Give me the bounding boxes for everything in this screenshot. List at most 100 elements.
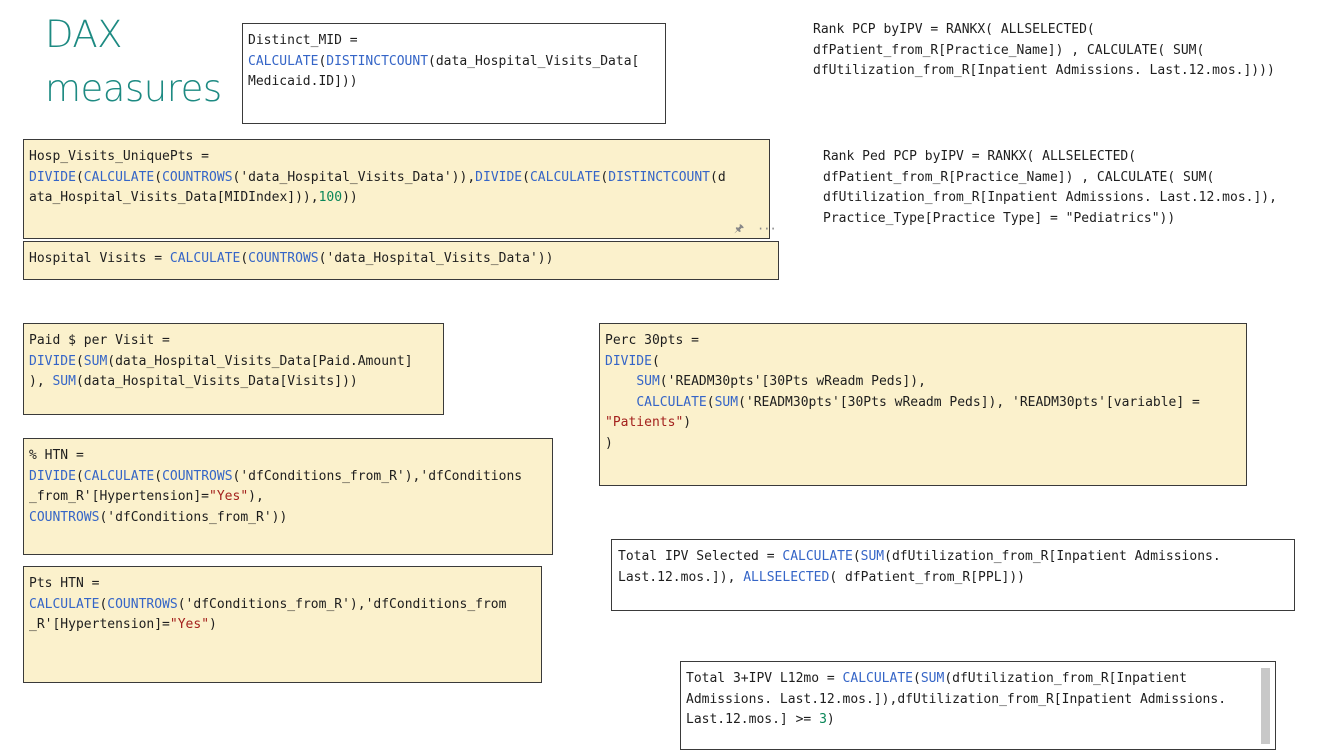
- dax-text: (data_Hospital_Visits_Data[Paid.Amount]: [107, 353, 413, 369]
- dax-text: (: [154, 169, 163, 185]
- code-line: Rank PCP byIPV = RANKX( ALLSELECTED(: [813, 20, 1275, 41]
- code-line: dfPatient_from_R[Practice_Name]) , CALCU…: [813, 41, 1275, 62]
- dax-text: Total 3+IPV L12mo =: [686, 671, 843, 686]
- dax-function: DIVIDE: [29, 169, 76, 185]
- dax-text: ),: [29, 374, 53, 389]
- measure-card-perc-30pts[interactable]: Perc 30pts = DIVIDE( SUM('READM30pts'[30P…: [599, 323, 1247, 486]
- code-line: Practice_Type[Practice Type] = "Pediatri…: [823, 209, 1277, 230]
- dax-function: DIVIDE: [605, 353, 652, 369]
- dax-text: dfUtilization_from_R[Inpatient Admission…: [813, 63, 1275, 78]
- dax-text: (: [240, 251, 249, 266]
- dax-function: DIVIDE: [475, 169, 523, 185]
- dax-text: ): [826, 712, 835, 727]
- dax-function: CALCULATE: [248, 53, 319, 69]
- dax-text: (: [706, 394, 715, 410]
- dax-text: (d: [710, 169, 726, 185]
- code-line: CALCULATE(SUM('READM30pts'[30Pts wReadm …: [605, 393, 1241, 414]
- dax-function: SUM: [636, 374, 660, 389]
- dax-text: ata_Hospital_Visits_Data[MIDIndex])),: [29, 190, 319, 205]
- scrollbar[interactable]: [1261, 668, 1270, 744]
- dax-text: (: [154, 468, 163, 484]
- page-title-line-1: DAX: [45, 13, 122, 56]
- dax-function: COUNTROWS: [29, 509, 100, 525]
- dax-text: (data_Hospital_Visits_Data[Visits])): [75, 374, 358, 389]
- code-line: _R'[Hypertension]="Yes"): [29, 615, 536, 636]
- dax-function: ALLSELECTED: [743, 569, 830, 585]
- measure-card-pct-htn[interactable]: % HTN = DIVIDE(CALCULATE(COUNTROWS('dfCon…: [23, 438, 553, 555]
- dax-text: Hosp_Visits_UniquePts =: [29, 149, 210, 164]
- measure-card-paid-per-visit[interactable]: Paid $ per Visit = DIVIDE(SUM(data_Hospit…: [23, 323, 444, 415]
- page-title: DAX measures: [45, 8, 222, 116]
- dax-function: SUM: [714, 394, 739, 410]
- dax-text: (: [75, 468, 84, 484]
- dax-text: Last.12.mos.]),: [618, 569, 744, 585]
- more-options-icon[interactable]: ···: [757, 222, 777, 236]
- dax-text: ('data_Hospital_Visits_Data')),: [232, 169, 476, 185]
- dax-text: (dfUtilization_from_R[Inpatient Admissio…: [884, 549, 1221, 564]
- code-line: "Patients"): [605, 413, 1241, 434]
- dax-text: dfPatient_from_R[Practice_Name]) , CALCU…: [823, 169, 1215, 185]
- dax-text: (dfUtilization_from_R[Inpatient: [944, 671, 1187, 686]
- dax-text: (data_Hospital_Visits_Data[: [428, 53, 640, 69]
- measure-card-hosp-visits-uniquepts[interactable]: Hosp_Visits_UniquePts = DIVIDE(CALCULATE(…: [23, 139, 770, 239]
- code-line: Medicaid.ID])): [248, 72, 660, 93]
- code-line: Total 3+IPV L12mo = CALCULATE(SUM(dfUtil…: [686, 669, 1270, 690]
- measure-card-hospital-visits[interactable]: Hospital Visits = CALCULATE(COUNTROWS('d…: [23, 241, 779, 280]
- code-line: CALCULATE(DISTINCTCOUNT(data_Hospital_Vi…: [248, 52, 660, 73]
- dax-text: ( dfPatient_from_R[PPL])): [829, 569, 1025, 585]
- dax-text: ('READM30pts'[30Pts wReadm Peds]), 'READ…: [738, 394, 1200, 410]
- dax-text: Distinct_MID =: [248, 33, 358, 48]
- dax-text: ),: [248, 489, 264, 504]
- dax-string: "Yes": [169, 617, 210, 632]
- measure-card-total-3-ipv[interactable]: Total 3+IPV L12mo = CALCULATE(SUM(dfUtil…: [680, 661, 1276, 750]
- measure-card-distinct-mid[interactable]: Distinct_MID = CALCULATE(DISTINCTCOUNT(da…: [242, 23, 666, 124]
- measure-text-rank-ped-pcp[interactable]: Rank Ped PCP byIPV = RANKX( ALLSELECTED(…: [823, 147, 1277, 229]
- dax-function: CALCULATE: [29, 596, 100, 612]
- dax-function: SUM: [83, 353, 108, 369]
- dax-text: ('data_Hospital_Visits_Data')): [318, 251, 554, 266]
- dax-number: 100: [318, 190, 343, 205]
- code-line: dfPatient_from_R[Practice_Name]) , CALCU…: [823, 168, 1277, 189]
- dax-string: "Patients": [605, 415, 684, 430]
- code-line: Perc 30pts =: [605, 331, 1241, 352]
- code-line: ): [605, 434, 1241, 455]
- dax-text: Practice_Type[Practice Type] = "Pediatri…: [823, 210, 1176, 226]
- dax-text: ('dfConditions_from_R')): [99, 509, 288, 525]
- code-line: _from_R'[Hypertension]="Yes"),: [29, 487, 547, 508]
- code-line: CALCULATE(COUNTROWS('dfConditions_from_R…: [29, 595, 536, 616]
- dax-function: DISTINCTCOUNT: [326, 53, 429, 69]
- code-line: dfUtilization_from_R[Inpatient Admission…: [813, 61, 1275, 82]
- dax-text: (: [651, 353, 660, 369]
- measure-card-pts-htn[interactable]: Pts HTN = CALCULATE(COUNTROWS('dfConditio…: [23, 566, 542, 683]
- dax-function: SUM: [860, 549, 885, 564]
- dax-function: SUM: [920, 671, 945, 686]
- measure-card-total-ipv-selected[interactable]: Total IPV Selected = CALCULATE(SUM(dfUti…: [611, 539, 1295, 611]
- dax-text: ('dfConditions_from_R'),'dfConditions_fr…: [177, 596, 507, 612]
- dax-text: Paid $ per Visit =: [29, 333, 170, 348]
- dax-function: CALCULATE: [83, 169, 155, 185]
- code-line: Total IPV Selected = CALCULATE(SUM(dfUti…: [618, 547, 1289, 568]
- dax-text: ): [605, 435, 613, 451]
- measure-text-rank-pcp[interactable]: Rank PCP byIPV = RANKX( ALLSELECTED(dfPa…: [813, 20, 1275, 82]
- dax-text: Perc 30pts =: [605, 333, 699, 348]
- dax-function: DISTINCTCOUNT: [608, 169, 710, 185]
- code-line: DIVIDE(SUM(data_Hospital_Visits_Data[Pai…: [29, 352, 438, 373]
- dax-text: (: [913, 671, 921, 686]
- dax-text: (: [75, 169, 84, 185]
- page-title-line-2: measures: [45, 67, 222, 110]
- code-line: SUM('READM30pts'[30Pts wReadm Peds]),: [605, 372, 1241, 393]
- dax-function: CALCULATE: [169, 251, 241, 266]
- dax-text: ): [209, 617, 217, 632]
- dax-function: CALCULATE: [842, 671, 913, 686]
- code-line: Pts HTN =: [29, 574, 536, 595]
- dax-text: Rank Ped PCP byIPV = RANKX( ALLSELECTED(: [823, 149, 1137, 164]
- dax-function: DIVIDE: [29, 353, 76, 369]
- dax-function: SUM: [52, 374, 76, 389]
- pin-icon[interactable]: 🖈: [734, 222, 748, 236]
- dax-text: (: [522, 169, 530, 185]
- dax-number: 3: [819, 712, 827, 727]
- dax-function: CALCULATE: [529, 169, 601, 185]
- dax-string: "Yes": [209, 489, 249, 504]
- dax-function: COUNTROWS: [248, 251, 319, 266]
- code-line: DIVIDE(CALCULATE(COUNTROWS('dfConditions…: [29, 467, 547, 488]
